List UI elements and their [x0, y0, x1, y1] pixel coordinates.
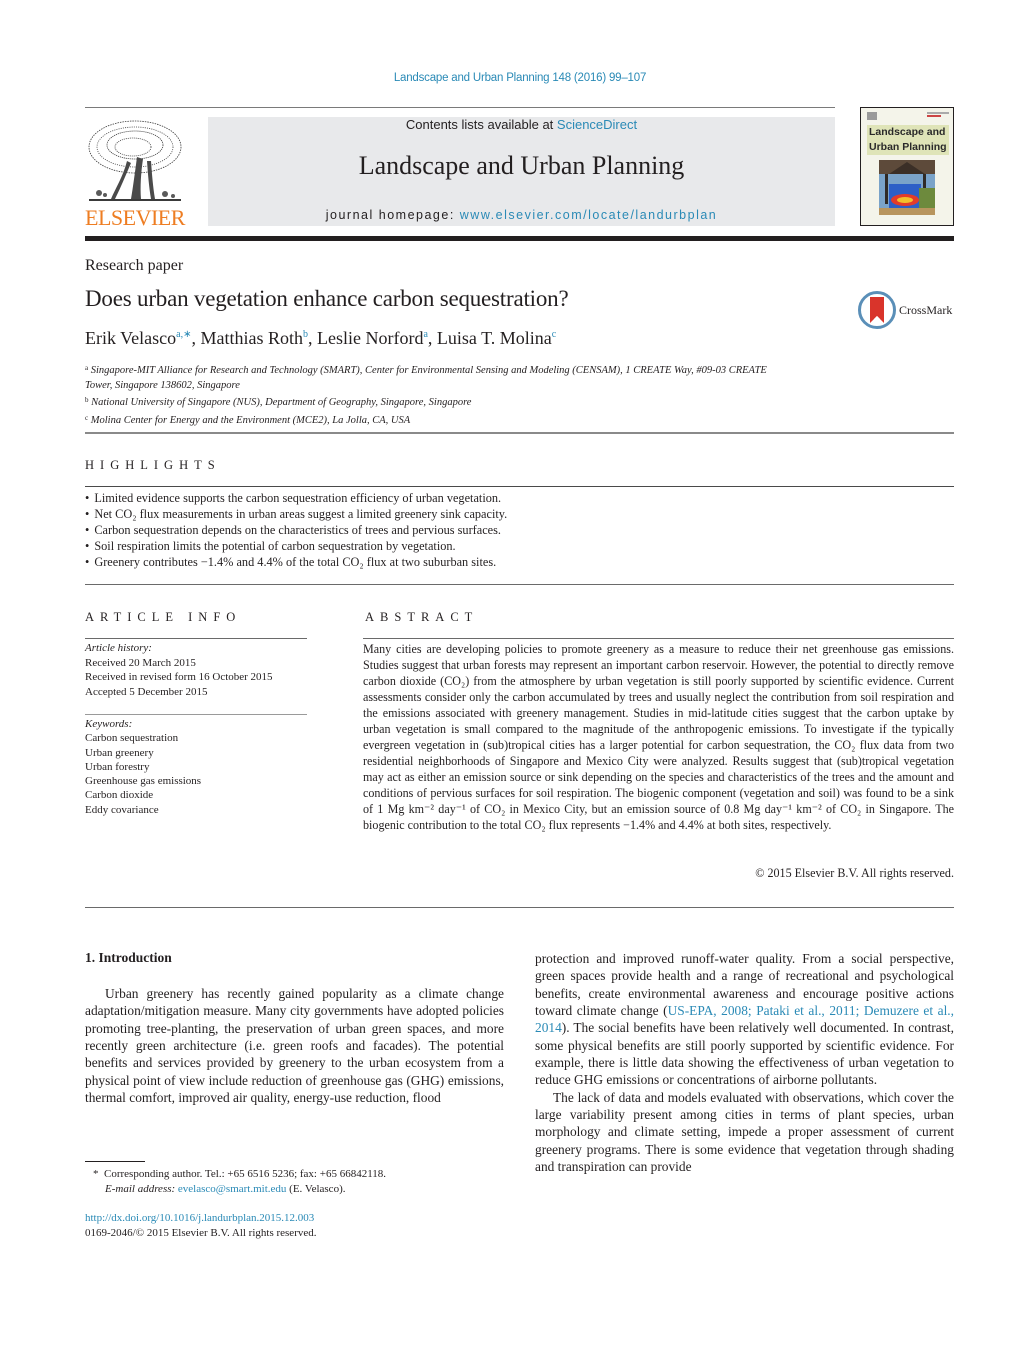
- affiliation-text: Molina Center for Energy and the Environ…: [90, 414, 411, 426]
- author-separator: ,: [307, 328, 317, 348]
- issn-copyright: 0169-2046/© 2015 Elsevier B.V. All right…: [85, 1227, 317, 1239]
- cover-playground-image-icon: [879, 160, 935, 215]
- affiliations: a Singapore-MIT Alliance for Research an…: [85, 361, 785, 428]
- homepage-prefix: journal homepage:: [325, 208, 460, 222]
- email-link[interactable]: evelasco@smart.mit.edu: [178, 1183, 287, 1195]
- author-affiliation-marker[interactable]: a,∗: [176, 329, 191, 340]
- author-name[interactable]: Matthias Roth: [200, 328, 303, 348]
- email-note: E-mail address: evelasco@smart.mit.edu (…: [93, 1182, 513, 1197]
- section-heading-introduction: 1. Introduction: [85, 950, 172, 965]
- cover-title: Landscape and Urban Planning: [867, 125, 949, 155]
- article-info-heading: ARTICLE INFO: [85, 610, 242, 624]
- journal-name: Landscape and Urban Planning: [358, 151, 685, 180]
- highlight-item: Limited evidence supports the carbon seq…: [85, 490, 954, 506]
- highlight-item: Carbon sequestration depends on the char…: [85, 522, 954, 538]
- crossmark-button[interactable]: CrossMark: [858, 291, 958, 331]
- cover-barcode-icon: [927, 112, 949, 117]
- section-divider: [85, 907, 954, 908]
- affiliation-item: a Singapore-MIT Alliance for Research an…: [85, 361, 785, 393]
- keyword-item: Greenhouse gas emissions: [85, 775, 202, 788]
- highlights-divider: [85, 486, 954, 487]
- author-name[interactable]: Erik Velasco: [85, 328, 176, 348]
- keywords-label: Keywords:: [85, 718, 133, 730]
- keyword-item: Carbon sequestration: [85, 732, 179, 745]
- header-thick-divider: [85, 236, 954, 241]
- affiliation-text: National University of Singapore (NUS), …: [91, 397, 472, 408]
- author[interactable]: Leslie Norforda,: [317, 328, 437, 348]
- author-affiliation-marker[interactable]: c: [552, 329, 556, 340]
- contents-prefix: Contents lists available at: [405, 117, 557, 132]
- keyword-item: Urban forestry: [85, 760, 150, 773]
- journal-homepage-line: journal homepage: www.elsevier.com/locat…: [208, 208, 835, 222]
- elsevier-logo[interactable]: ELSEVIER: [85, 117, 185, 230]
- article-history: Article history: Received 20 March 2015 …: [85, 641, 307, 699]
- author-list: Erik Velascoa,∗, Matthias Rothb, Leslie …: [85, 328, 556, 349]
- highlights-list: Limited evidence supports the carbon seq…: [85, 490, 954, 570]
- abstract-text: Many cities are developing policies to p…: [363, 642, 954, 832]
- footnote-divider: [85, 1161, 145, 1162]
- cover-title-line2: Urban Planning: [867, 140, 949, 155]
- journal-cover-thumbnail[interactable]: Landscape and Urban Planning: [860, 107, 954, 226]
- cover-elsevier-mini-logo-icon: [867, 112, 877, 120]
- elsevier-tree-icon: [88, 120, 182, 201]
- keyword-item: Carbon dioxide: [85, 789, 154, 802]
- keyword-item: Urban greenery: [85, 746, 154, 759]
- section-divider: [85, 584, 954, 585]
- affiliation-item: c Molina Center for Energy and the Envir…: [85, 411, 785, 429]
- article-info-divider: [85, 638, 307, 639]
- abstract-copyright: © 2015 Elsevier B.V. All rights reserved…: [755, 866, 954, 880]
- keywords-divider: [85, 714, 307, 715]
- section-divider: [85, 432, 954, 434]
- footnotes: * Corresponding author. Tel.: +65 6516 5…: [93, 1167, 513, 1197]
- journal-citation-link[interactable]: Landscape and Urban Planning 148 (2016) …: [0, 72, 1020, 84]
- history-label: Article history:: [85, 642, 152, 654]
- highlights-heading: HIGHLIGHTS: [85, 458, 221, 472]
- affiliation-item: b National University of Singapore (NUS)…: [85, 393, 785, 411]
- body-column-left: Urban greenery has recently gained popul…: [85, 986, 504, 1106]
- sciencedirect-link[interactable]: ScienceDirect: [557, 117, 637, 132]
- corresponding-author-note: * Corresponding author. Tel.: +65 6516 5…: [93, 1167, 513, 1182]
- body-paragraph: The lack of data and models evaluated wi…: [535, 1089, 954, 1175]
- affiliation-marker: c: [85, 413, 89, 422]
- author[interactable]: Luisa T. Molinac: [437, 328, 556, 348]
- author-name[interactable]: Luisa T. Molina: [437, 328, 552, 348]
- keywords: Keywords: Carbon sequestration Urban gre…: [85, 717, 307, 817]
- history-item: Accepted 5 December 2015: [85, 685, 208, 698]
- body-text: ). The social benefits have been relativ…: [535, 1020, 954, 1088]
- corresponding-author-text: Corresponding author. Tel.: +65 6516 523…: [104, 1168, 387, 1180]
- keyword-item: Eddy covariance: [85, 803, 159, 816]
- author-separator: ,: [427, 328, 437, 348]
- cover-title-line1: Landscape and: [867, 125, 949, 140]
- article-title: Does urban vegetation enhance carbon seq…: [85, 286, 569, 311]
- elsevier-wordmark: ELSEVIER: [85, 205, 185, 230]
- contents-line: Contents lists available at ScienceDirec…: [208, 117, 835, 132]
- author[interactable]: Erik Velascoa,∗,: [85, 328, 200, 348]
- affiliation-text: Singapore-MIT Alliance for Research and …: [85, 365, 767, 391]
- article-type: Research paper: [85, 257, 184, 274]
- history-item: Received 20 March 2015: [85, 656, 196, 669]
- history-item: Received in revised form 16 October 2015: [85, 671, 273, 683]
- footnote-marker: *: [93, 1168, 99, 1180]
- journal-banner: Contents lists available at ScienceDirec…: [208, 117, 835, 226]
- email-label: E-mail address:: [105, 1183, 178, 1195]
- header-divider: [85, 107, 835, 108]
- email-suffix: (E. Velasco).: [286, 1183, 346, 1195]
- abstract-divider: [363, 638, 954, 639]
- journal-homepage-link[interactable]: www.elsevier.com/locate/landurbplan: [460, 208, 717, 222]
- crossmark-icon: [858, 291, 896, 329]
- highlight-item: Net CO₂ flux measurements in urban areas…: [85, 506, 954, 522]
- crossmark-label: CrossMark: [899, 303, 953, 317]
- affiliation-marker: a: [85, 364, 89, 372]
- highlight-item: Soil respiration limits the potential of…: [85, 538, 954, 554]
- abstract-heading: ABSTRACT: [365, 610, 479, 624]
- doi-block: http://dx.doi.org/10.1016/j.landurbplan.…: [85, 1211, 317, 1241]
- highlight-item: Greenery contributes −1.4% and 4.4% of t…: [85, 554, 954, 570]
- body-column-right: protection and improved runoff-water qua…: [535, 950, 954, 1175]
- doi-link[interactable]: http://dx.doi.org/10.1016/j.landurbplan.…: [85, 1211, 317, 1226]
- author-name[interactable]: Leslie Norford: [317, 328, 423, 348]
- author[interactable]: Matthias Rothb,: [200, 328, 317, 348]
- affiliation-marker: b: [85, 396, 89, 404]
- cover-photo: [879, 160, 935, 215]
- body-paragraph: protection and improved runoff-water qua…: [535, 950, 954, 1089]
